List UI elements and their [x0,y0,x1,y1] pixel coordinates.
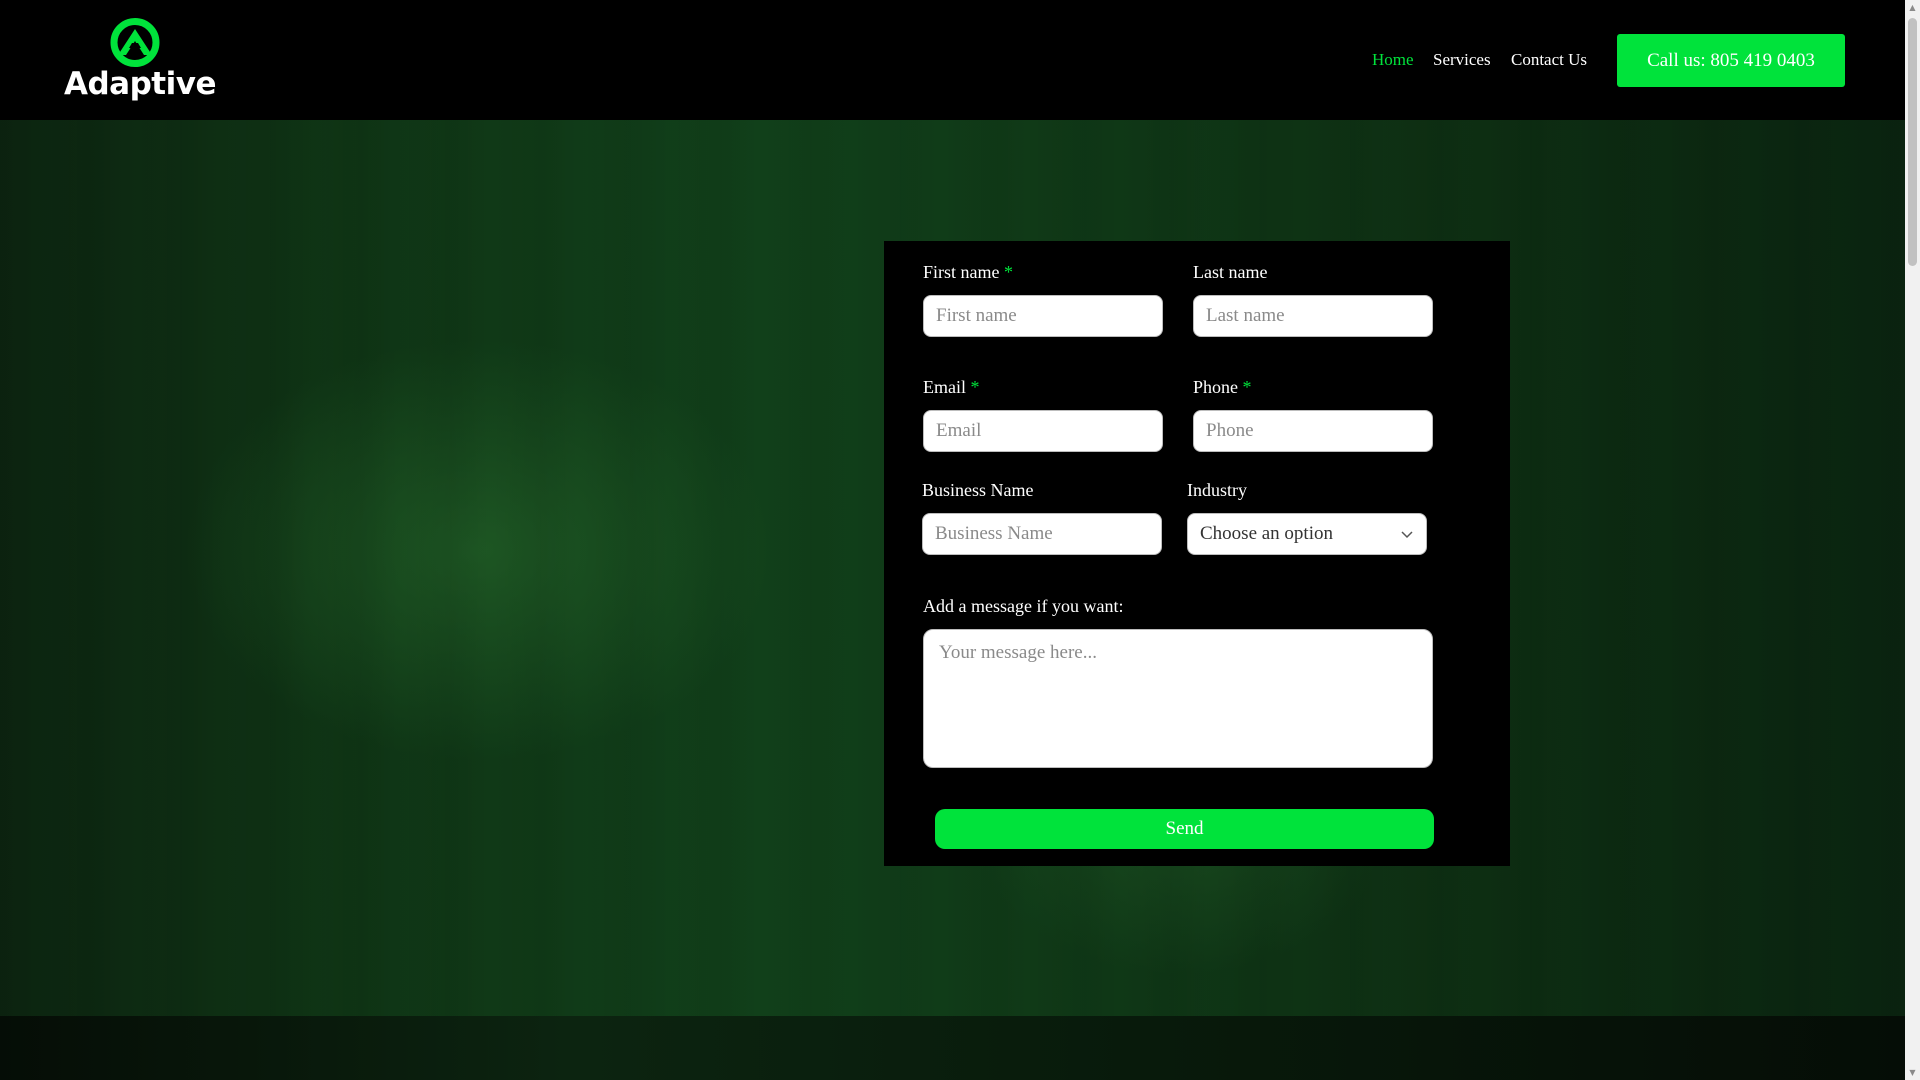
last-name-input[interactable] [1193,295,1433,337]
chevron-down-icon [1401,531,1413,539]
call-us-button[interactable]: Call us: 805 419 0403 [1617,34,1845,87]
required-marker: * [1004,262,1013,282]
site-header: Adaptive Home Services Contact Us Call u… [0,0,1905,120]
business-name-label: Business Name [922,480,1034,500]
last-name-label: Last name [1193,262,1268,282]
phone-label: Phone * [1193,377,1252,397]
brand-name: Adaptive [64,66,216,102]
nav-services-link[interactable]: Services [1433,49,1491,71]
first-name-label: First name * [923,262,1013,282]
nav-contact-us-link[interactable]: Contact Us [1511,49,1587,71]
email-input[interactable] [923,410,1163,452]
phone-input[interactable] [1193,410,1433,452]
page-scrollbar[interactable]: ▲ ▼ [1905,0,1920,1080]
scroll-up-arrow-icon[interactable]: ▲ [1905,0,1920,15]
send-button[interactable]: Send [935,809,1434,849]
next-section-background [0,1016,1905,1080]
contact-form: First name * Last name Email * Phone * B… [884,241,1510,866]
brand-logo[interactable]: Adaptive [64,18,216,104]
first-name-input[interactable] [923,295,1163,337]
scroll-down-arrow-icon[interactable]: ▼ [1905,1065,1920,1080]
email-label: Email * [923,377,980,397]
message-textarea[interactable] [923,629,1433,768]
scrollbar-thumb[interactable] [1908,18,1917,266]
industry-select[interactable]: Choose an option [1187,513,1427,555]
required-marker: * [970,377,980,397]
industry-label: Industry [1187,480,1247,500]
nav-home-link[interactable]: Home [1372,49,1414,71]
message-label: Add a message if you want: [923,596,1124,616]
industry-selected-value: Choose an option [1200,523,1333,544]
required-marker: * [1242,377,1252,397]
business-name-input[interactable] [922,513,1162,555]
